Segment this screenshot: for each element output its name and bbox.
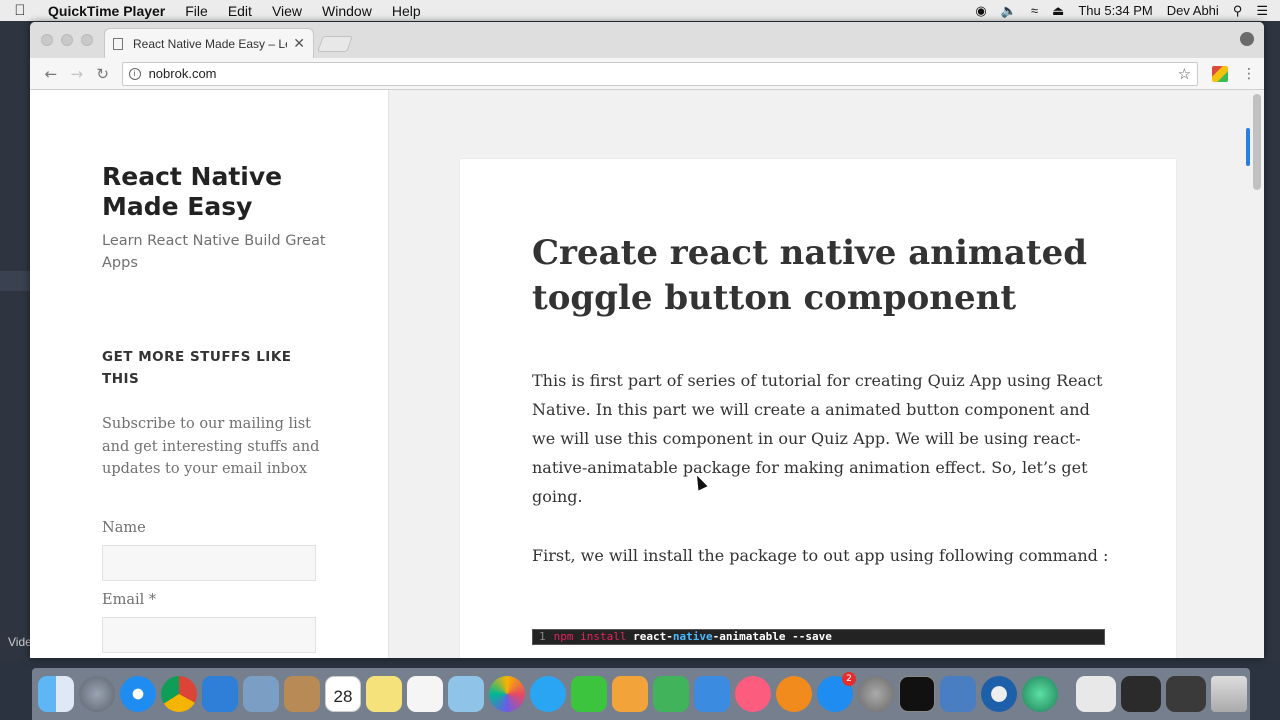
address-bar[interactable]: i nobrok.com ☆: [121, 61, 1199, 86]
quicktime-icon[interactable]: [981, 676, 1017, 712]
zoom-window-button[interactable]: [81, 34, 93, 46]
wifi-icon[interactable]: ≈: [1031, 3, 1038, 18]
subscribe-widget-title: GET MORE STUFFS LIKE THIS: [102, 349, 292, 387]
tab-active[interactable]: React Native Made Easy – Lea ✕: [104, 28, 314, 58]
menu-bar:  QuickTime Player File Edit View Window…: [0, 0, 1280, 21]
simulator-icon[interactable]: [940, 676, 976, 712]
post-article: Create react native animated toggle butt…: [460, 159, 1176, 658]
volume-icon[interactable]: 🔈: [1001, 3, 1017, 19]
apple-icon[interactable]: : [0, 2, 40, 19]
info-icon[interactable]: i: [128, 67, 141, 80]
safari-icon[interactable]: [120, 676, 156, 712]
app-store-badge: 2: [842, 672, 856, 686]
chrome-icon[interactable]: [161, 676, 197, 712]
extension-icon[interactable]: [1212, 65, 1228, 82]
bookmark-star-icon[interactable]: ☆: [1178, 65, 1191, 83]
preview-icon[interactable]: [243, 676, 279, 712]
finder-icon[interactable]: [38, 676, 74, 712]
new-tab-button[interactable]: [317, 36, 353, 52]
pages-icon[interactable]: [612, 676, 648, 712]
status-area: ◉ 🔈 ≈ ⏏ Thu 5:34 PM Dev Abhi ⚲ ☰: [975, 3, 1280, 19]
calendar-day: 28: [333, 687, 353, 706]
calendar-icon[interactable]: 28: [325, 676, 361, 712]
ibooks-icon[interactable]: [776, 676, 812, 712]
page-scrollbar[interactable]: [1250, 90, 1264, 658]
terminal-icon[interactable]: [899, 676, 935, 712]
name-label: Name: [102, 520, 146, 536]
minimized-window-2[interactable]: [1121, 676, 1161, 712]
code-command: npm install: [553, 630, 627, 643]
code-package-a: react-: [633, 630, 673, 643]
site-sidebar: React Native Made Easy Learn React Nativ…: [30, 90, 389, 658]
page-icon: [113, 37, 123, 50]
tab-strip: React Native Made Easy – Lea ✕: [30, 22, 1264, 58]
clock[interactable]: Thu 5:34 PM: [1078, 3, 1152, 18]
browser-toolbar: ← → ↻ i nobrok.com ☆ ⋮: [30, 58, 1264, 90]
atom-icon[interactable]: [1022, 676, 1058, 712]
reload-icon[interactable]: ↻: [90, 65, 116, 83]
background-video-label: Vide: [8, 635, 32, 649]
launchpad-icon[interactable]: [79, 676, 115, 712]
code-line-number: 1: [539, 630, 546, 643]
browser-window: React Native Made Easy – Lea ✕ ← → ↻ i n…: [30, 22, 1264, 658]
tab-title: React Native Made Easy – Lea: [133, 36, 288, 51]
eject-icon[interactable]: ⏏: [1052, 3, 1064, 19]
menu-app-name[interactable]: QuickTime Player: [40, 3, 175, 19]
code-package-c: -animatable --save: [712, 630, 832, 643]
menu-edit[interactable]: Edit: [218, 3, 262, 19]
code-package-b: native: [672, 630, 713, 643]
search-icon[interactable]: ⚲: [1233, 3, 1243, 19]
numbers-icon[interactable]: [653, 676, 689, 712]
email-input[interactable]: [102, 617, 316, 653]
minimized-window-3[interactable]: [1166, 676, 1206, 712]
minimize-window-button[interactable]: [61, 34, 73, 46]
trash-icon[interactable]: [1211, 676, 1247, 712]
web-page: React Native Made Easy Learn React Nativ…: [30, 90, 1264, 658]
contacts-icon[interactable]: [284, 676, 320, 712]
subscribe-widget-text: Subscribe to our mailing list and get in…: [102, 416, 320, 477]
post-paragraph-intro: This is first part of series of tutorial…: [532, 371, 1103, 506]
site-title[interactable]: React Native Made Easy: [102, 162, 352, 222]
email-label: Email *: [102, 592, 157, 608]
menu-file[interactable]: File: [175, 3, 218, 19]
list-icon[interactable]: ☰: [1256, 3, 1268, 19]
facetime-icon[interactable]: [571, 676, 607, 712]
mail-icon[interactable]: [448, 676, 484, 712]
post-title: Create react native animated toggle butt…: [532, 233, 1088, 318]
scroll-position-marker: [1246, 128, 1250, 166]
background-window-strip: [0, 271, 30, 291]
record-icon[interactable]: ◉: [975, 3, 986, 19]
name-input[interactable]: [102, 545, 316, 581]
profile-icon[interactable]: [1240, 32, 1254, 46]
minimized-window-1[interactable]: [1076, 676, 1116, 712]
menu-window[interactable]: Window: [312, 3, 382, 19]
desktop-right: [1262, 21, 1280, 661]
reminders-icon[interactable]: [407, 676, 443, 712]
desktop-left: Vide: [0, 21, 32, 661]
messages-icon[interactable]: [530, 676, 566, 712]
photos-icon[interactable]: [489, 676, 525, 712]
keynote-icon[interactable]: [694, 676, 730, 712]
tab-close-icon[interactable]: ✕: [293, 35, 305, 52]
system-preferences-icon[interactable]: [858, 676, 894, 712]
app-store-icon[interactable]: 2: [817, 672, 856, 712]
dock: 28 2: [32, 668, 1250, 720]
menu-view[interactable]: View: [262, 3, 312, 19]
itunes-icon[interactable]: [735, 676, 771, 712]
menu-help[interactable]: Help: [382, 3, 431, 19]
notes-icon[interactable]: [366, 676, 402, 712]
url-text[interactable]: nobrok.com: [149, 66, 1178, 81]
close-window-button[interactable]: [41, 34, 53, 46]
back-icon[interactable]: ←: [38, 65, 64, 83]
forward-icon[interactable]: →: [64, 65, 90, 83]
code-block[interactable]: 1 npm install react-native-animatable --s…: [532, 629, 1105, 645]
xcode-icon[interactable]: [202, 676, 238, 712]
scroll-thumb[interactable]: [1253, 94, 1261, 190]
window-controls: [41, 34, 93, 46]
user-name[interactable]: Dev Abhi: [1167, 3, 1219, 18]
site-description: Learn React Native Build Great Apps: [102, 233, 326, 271]
post-paragraph-install: First, we will install the package to ou…: [532, 546, 1109, 565]
more-menu-icon[interactable]: ⋮: [1242, 66, 1256, 82]
